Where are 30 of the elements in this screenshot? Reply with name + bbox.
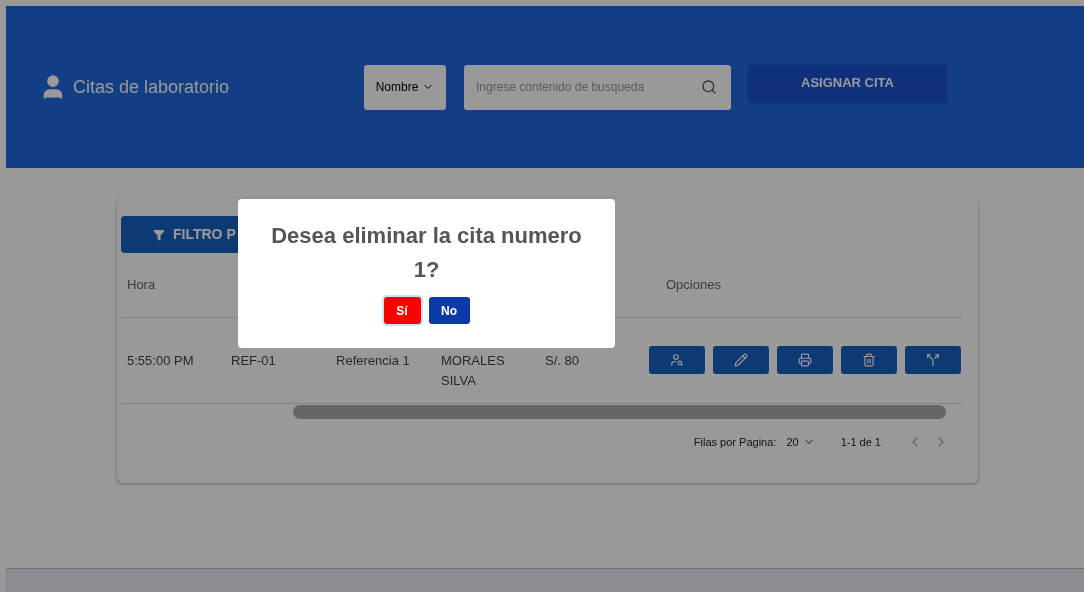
table-cell: REF-01 bbox=[231, 353, 276, 368]
column-header: Hora bbox=[127, 277, 156, 293]
edit-button[interactable] bbox=[713, 345, 770, 374]
dialog-message: Desea eliminar la cita numero 1? bbox=[270, 222, 583, 284]
filter-icon bbox=[153, 228, 165, 241]
trash-icon bbox=[862, 352, 877, 367]
view-button[interactable] bbox=[649, 345, 706, 374]
search-by-dropdown[interactable]: Nombre bbox=[364, 64, 446, 110]
printer-icon bbox=[798, 352, 813, 367]
table-cell: MORALES SILVA bbox=[441, 353, 505, 388]
page-title: Citas de laboratorio bbox=[73, 75, 230, 99]
delete-button[interactable] bbox=[841, 345, 898, 374]
confirm-button[interactable]: Sí bbox=[383, 297, 421, 324]
rows-per-page-dropdown[interactable]: 20 bbox=[786, 433, 815, 451]
split-arrow-icon bbox=[926, 352, 941, 367]
forward-button[interactable] bbox=[905, 345, 961, 374]
search-field[interactable]: Ingrese contenido de busqueda bbox=[464, 64, 731, 110]
table-cell: Referencia 1 bbox=[336, 353, 410, 368]
user-search-icon bbox=[670, 352, 685, 367]
column-header: Opciones bbox=[666, 277, 721, 293]
cancel-button[interactable]: No bbox=[428, 297, 470, 324]
search-icon bbox=[701, 78, 717, 95]
table-cell: 5:55:00 PM bbox=[127, 353, 194, 368]
page-range: 1-1 de 1 bbox=[840, 434, 881, 450]
horizontal-scrollbar[interactable] bbox=[293, 405, 946, 419]
table-cell: S/. 80 bbox=[545, 353, 580, 368]
pencil-icon bbox=[734, 352, 749, 367]
assign-appointment-button[interactable]: ASIGNAR CITA bbox=[748, 64, 947, 102]
print-button[interactable] bbox=[777, 345, 834, 374]
rows-per-page-label: Filas por Pagina: bbox=[693, 434, 777, 450]
